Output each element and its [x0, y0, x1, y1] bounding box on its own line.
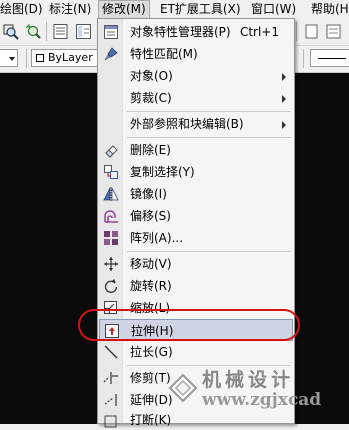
menu-separator — [127, 137, 291, 138]
menu-item-lengthen[interactable]: 拉长(G) — [99, 341, 293, 363]
help-icon[interactable] — [303, 23, 320, 40]
rotate-icon — [104, 279, 118, 293]
menu-item-match-properties[interactable]: 特性匹配(M) — [99, 43, 293, 65]
menu-help[interactable]: 帮助(H) — [308, 1, 349, 18]
zoom-window-icon[interactable] — [3, 23, 20, 40]
menu-item-label: 打断(K) — [130, 413, 172, 427]
array-icon — [104, 231, 118, 245]
menu-item-label: 对象(O) — [130, 69, 173, 83]
watermark: 机械设计 www.zgjxcad — [168, 363, 349, 419]
menu-item-label: 特性匹配(M) — [130, 47, 198, 61]
watermark-text-cn: 机械设计 — [202, 369, 295, 391]
menu-separator — [127, 111, 291, 112]
menu-item-label: 移动(V) — [130, 257, 172, 271]
menu-item-label: 阵列(A)... — [130, 231, 184, 245]
lineweight-combo[interactable] — [310, 49, 349, 67]
menu-item-object[interactable]: 对象(O) — [99, 65, 293, 87]
menu-item-rotate[interactable]: 旋转(R) — [99, 275, 293, 297]
menu-item-label: 对象特性管理器(P) — [130, 25, 231, 39]
style-icon[interactable] — [325, 23, 342, 40]
menu-item-label: 拉长(G) — [130, 345, 173, 359]
copy-icon — [104, 165, 118, 179]
properties-toolbar-icon[interactable] — [52, 23, 69, 40]
design-center-icon[interactable] — [75, 23, 92, 40]
toolbar-separator — [46, 22, 47, 41]
watermark-text-url: www.zgjxcad — [202, 390, 322, 410]
menu-item-clip[interactable]: 剪裁(C) — [99, 87, 293, 109]
menu-draw[interactable]: 绘图(D) — [0, 1, 46, 18]
zoom-previous-icon[interactable] — [24, 23, 41, 40]
menu-dimension[interactable]: 标注(N) — [46, 1, 94, 18]
menu-item-label: 剪裁(C) — [130, 91, 172, 105]
properties-icon — [104, 25, 118, 39]
menu-window[interactable]: 窗口(W) — [248, 1, 299, 18]
trim-icon — [103, 372, 118, 384]
menu-item-copy[interactable]: 复制选择(Y) — [99, 161, 293, 183]
menu-item-xref-block-edit[interactable]: 外部参照和块编辑(B) — [99, 113, 293, 135]
menu-item-array[interactable]: 阵列(A)... — [99, 227, 293, 249]
submenu-arrow-icon — [282, 121, 286, 129]
toolbar-separator — [303, 49, 304, 68]
linetype-combo[interactable]: ByLayer — [31, 49, 97, 67]
menu-item-mirror[interactable]: 镜像(I) — [99, 183, 293, 205]
menu-bar: 绘图(D) 标注(N) 修改(M) ET扩展工具(X) 窗口(W) 帮助(H) — [0, 0, 349, 19]
submenu-arrow-icon — [282, 73, 286, 81]
menu-item-label: 旋转(R) — [130, 279, 172, 293]
watermark-logo-icon — [168, 373, 198, 403]
bylayer-label: ByLayer — [48, 51, 93, 64]
menu-modify[interactable]: 修改(M) — [98, 0, 150, 19]
highlight-oval-annotation — [78, 309, 300, 341]
menu-item-properties[interactable]: 对象特性管理器(P) Ctrl+1 — [99, 21, 293, 43]
menu-item-move[interactable]: 移动(V) — [99, 253, 293, 275]
toolbar-separator — [296, 22, 297, 41]
menu-item-label: 修剪(T) — [130, 371, 171, 385]
menu-separator — [127, 251, 291, 252]
extend-icon — [104, 394, 117, 406]
menu-item-label: 镜像(I) — [130, 187, 167, 201]
menu-item-label: 删除(E) — [130, 143, 171, 157]
lineweight-sample — [318, 58, 346, 59]
menu-item-label: 复制选择(Y) — [130, 165, 195, 179]
lengthen-icon — [104, 345, 118, 359]
offset-icon — [104, 210, 118, 223]
submenu-arrow-icon — [282, 95, 286, 103]
color-combo[interactable] — [0, 49, 18, 67]
menu-item-shortcut: Ctrl+1 — [239, 25, 279, 39]
menu-item-label: 偏移(S) — [130, 209, 171, 223]
menu-item-offset[interactable]: 偏移(S) — [99, 205, 293, 227]
eraser-icon — [105, 145, 118, 158]
mirror-icon — [103, 187, 119, 201]
match-brush-icon — [104, 47, 118, 61]
break-icon — [104, 415, 117, 428]
color-swatch-icon — [36, 54, 44, 62]
menu-item-erase[interactable]: 删除(E) — [99, 139, 293, 161]
menu-item-label: 外部参照和块编辑(B) — [130, 117, 244, 131]
menu-et-tools[interactable]: ET扩展工具(X) — [157, 1, 244, 18]
move-icon — [104, 257, 118, 271]
menu-item-label: 延伸(D) — [130, 393, 173, 407]
toolbar-separator — [26, 49, 27, 68]
